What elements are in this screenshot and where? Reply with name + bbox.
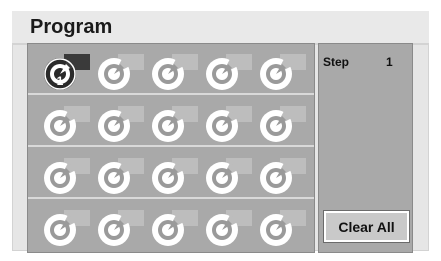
disc-slot[interactable] — [204, 104, 252, 144]
grid-row — [28, 148, 314, 199]
selected-slot-number: 1 — [57, 74, 64, 88]
disc-slot-icon — [98, 158, 144, 194]
disc-slot-icon — [152, 158, 198, 194]
disc-slot-icon — [44, 210, 90, 246]
grid-row — [28, 96, 314, 147]
disc-slot[interactable] — [150, 208, 198, 248]
disc-slot[interactable] — [150, 104, 198, 144]
disc-slot-icon — [98, 54, 144, 90]
disc-slot-icon — [44, 106, 90, 142]
disc-slot[interactable] — [42, 104, 90, 144]
disc-slot[interactable] — [258, 156, 306, 196]
grid-row — [28, 200, 314, 251]
program-grid: 1 — [27, 43, 315, 253]
clear-all-button[interactable]: Clear All — [324, 211, 409, 242]
page-title: Program — [30, 16, 113, 38]
disc-slot[interactable] — [204, 52, 252, 92]
disc-slot[interactable] — [42, 156, 90, 196]
disc-slot[interactable] — [204, 156, 252, 196]
disc-slot[interactable] — [96, 156, 144, 196]
step-label: Step — [323, 55, 350, 69]
disc-slot-icon — [206, 54, 252, 90]
disc-slot[interactable] — [42, 208, 90, 248]
disc-slot-icon — [260, 210, 306, 246]
disc-slot-icon — [98, 210, 144, 246]
disc-slot-icon — [260, 106, 306, 142]
disc-slot[interactable] — [258, 208, 306, 248]
disc-slot-icon — [206, 106, 252, 142]
disc-slot-icon — [98, 106, 144, 142]
disc-slot[interactable] — [96, 104, 144, 144]
disc-slot-icon: 1 — [44, 54, 90, 90]
disc-slot[interactable] — [204, 208, 252, 248]
disc-slot-icon — [260, 54, 306, 90]
disc-slot-icon — [44, 158, 90, 194]
disc-slot[interactable] — [258, 104, 306, 144]
disc-slot-icon — [206, 158, 252, 194]
disc-slot[interactable] — [150, 52, 198, 92]
disc-slot-icon — [152, 210, 198, 246]
disc-slot[interactable] — [150, 156, 198, 196]
disc-slot-icon — [260, 158, 306, 194]
disc-slot[interactable] — [258, 52, 306, 92]
disc-slot[interactable] — [96, 52, 144, 92]
grid-row: 1 — [28, 44, 314, 95]
disc-slot-icon — [152, 54, 198, 90]
disc-slot-icon — [152, 106, 198, 142]
disc-slot-icon — [206, 210, 252, 246]
disc-slot[interactable] — [96, 208, 144, 248]
disc-slot[interactable]: 1 — [42, 52, 90, 92]
step-value: 1 — [386, 55, 393, 69]
